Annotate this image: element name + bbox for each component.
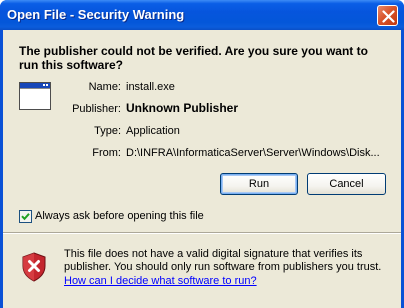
publisher-label: Publisher:	[72, 103, 121, 115]
cancel-button[interactable]: Cancel	[307, 173, 386, 195]
checkmark-icon	[21, 213, 30, 221]
warning-message: This file does not have a valid digital …	[64, 248, 382, 273]
divider	[3, 232, 401, 234]
publisher-value: Unknown Publisher	[126, 101, 239, 115]
help-link[interactable]: How can I decide what software to run?	[64, 275, 257, 288]
dialog-body: The publisher could not be verified. Are…	[3, 30, 401, 308]
title-bar[interactable]: Open File - Security Warning	[0, 0, 404, 30]
warning-heading: The publisher could not be verified. Are…	[19, 44, 368, 72]
type-value: Application	[126, 125, 180, 137]
type-label: Type:	[94, 125, 121, 137]
from-label: From:	[92, 147, 121, 159]
close-icon	[382, 10, 395, 23]
always-ask-checkbox[interactable]	[19, 210, 32, 223]
window-title: Open File - Security Warning	[7, 7, 185, 22]
security-shield-icon	[22, 252, 46, 282]
run-button[interactable]: Run	[220, 173, 298, 195]
from-value: D:\INFRA\InformaticaServer\Server\Window…	[126, 147, 380, 159]
security-warning-dialog: Open File - Security Warning The publish…	[0, 0, 404, 308]
name-value: install.exe	[126, 81, 175, 93]
close-button[interactable]	[377, 5, 398, 26]
name-label: Name:	[88, 81, 121, 93]
always-ask-label[interactable]: Always ask before opening this file	[35, 210, 204, 223]
